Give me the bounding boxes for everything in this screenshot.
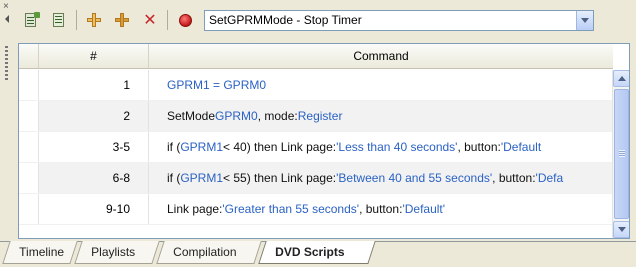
command-keyword: if ( (167, 171, 181, 185)
command-argument: 'Greater than 55 seconds' (222, 202, 360, 216)
add-script-icon (23, 12, 40, 28)
toolbar: ✕ SetGPRMMode - Stop Timer (18, 4, 630, 36)
grid-header: # Command (19, 44, 613, 69)
row-number-cell: 2 (39, 101, 149, 131)
script-select-value: SetGPRMMode - Stop Timer (209, 13, 362, 27)
bottom-tab-bar: Timeline Playlists Compilation DVD Scrip… (0, 241, 636, 267)
script-select-dropdown-button[interactable] (576, 10, 593, 30)
tab-label: Playlists (91, 245, 136, 259)
table-row[interactable]: 2 SetMode GPRM0, mode: Register (19, 101, 613, 132)
command-keyword: , mode: (257, 109, 298, 123)
command-keyword: SetMode (167, 109, 216, 123)
script-properties-button[interactable] (46, 7, 72, 33)
table-row[interactable]: 1 GPRM1 = GPRM0 (19, 70, 613, 101)
script-properties-icon (51, 12, 67, 28)
delete-command-icon: ✕ (143, 10, 157, 29)
toolbar-separator (76, 10, 77, 30)
dock-grip[interactable]: × (0, 0, 14, 232)
tab-label: Timeline (19, 245, 65, 259)
command-keyword: , button: (359, 202, 403, 216)
tab-playlists[interactable]: Playlists (74, 241, 160, 264)
toolbar-separator (167, 10, 168, 30)
command-argument: 'Default' (402, 202, 446, 216)
command-cell[interactable]: GPRM1 = GPRM0 (149, 70, 613, 100)
row-selector[interactable] (19, 132, 39, 162)
add-script-button[interactable] (18, 7, 44, 33)
command-keyword: , button: (457, 140, 501, 154)
column-header-number[interactable]: # (39, 44, 149, 68)
command-cell[interactable]: SetMode GPRM0, mode: Register (149, 101, 613, 131)
row-number-cell: 9-10 (39, 194, 149, 224)
command-argument: GPRM1 (180, 140, 224, 154)
row-selector[interactable] (19, 70, 39, 100)
record-icon (178, 13, 192, 27)
drag-handle[interactable] (5, 46, 8, 80)
table-row[interactable]: 9-10 Link page: 'Greater than 55 seconds'… (19, 194, 613, 225)
command-keyword: < 40) then Link page: (223, 140, 337, 154)
tab-dvd-scripts[interactable]: DVD Scripts (258, 241, 376, 264)
table-row[interactable]: 6-8 if (GPRM1 < 55) then Link page: 'Betw… (19, 163, 613, 194)
row-selector[interactable] (19, 101, 39, 131)
row-selector[interactable] (19, 163, 39, 193)
command-argument: GPRM0 (215, 109, 258, 123)
row-number-cell: 1 (39, 70, 149, 100)
column-header-command[interactable]: Command (149, 44, 613, 68)
command-argument: 'Default (500, 140, 542, 154)
chevron-down-icon (581, 17, 589, 23)
row-number-cell: 3-5 (39, 132, 149, 162)
chevron-up-icon (617, 76, 626, 81)
scrollbar-thumb[interactable] (614, 89, 629, 219)
command-cell[interactable]: if (GPRM1 < 40) then Link page: 'Less th… (149, 132, 613, 162)
table-row[interactable]: 3-5 if (GPRM1 < 40) then Link page: 'Less… (19, 132, 613, 163)
dvd-scripts-panel: × ✕ SetGPRMMode - Stop Timer # Command 1… (0, 0, 636, 267)
pin-icon[interactable] (5, 15, 9, 23)
chevron-down-icon (617, 227, 626, 232)
command-keyword: if ( (167, 140, 181, 154)
insert-command-button[interactable] (81, 7, 107, 33)
tab-label: Compilation (173, 245, 237, 259)
tab-label: DVD Scripts (275, 245, 345, 259)
tab-compilation[interactable]: Compilation (156, 241, 262, 264)
script-select[interactable]: SetGPRMMode - Stop Timer (204, 9, 594, 31)
add-command-icon (114, 12, 130, 28)
delete-command-button[interactable]: ✕ (137, 7, 163, 33)
scroll-down-button[interactable] (613, 221, 629, 238)
command-cell[interactable]: Link page: 'Greater than 55 seconds', bu… (149, 194, 613, 224)
command-grid: # Command 1 GPRM1 = GPRM0 2 SetMode GPRM0, … (18, 43, 630, 239)
command-cell[interactable]: if (GPRM1 < 55) then Link page: 'Between… (149, 163, 613, 193)
command-keyword: < 55) then Link page: (223, 171, 337, 185)
command-argument: 'Defa (535, 171, 564, 185)
row-selector[interactable] (19, 194, 39, 224)
close-icon[interactable]: × (3, 2, 9, 12)
add-command-button[interactable] (109, 7, 135, 33)
command-argument: Register (297, 109, 343, 123)
grid-rows: 1 GPRM1 = GPRM0 2 SetMode GPRM0, mode: Regi… (19, 70, 613, 225)
command-argument: 'Less than 40 seconds' (336, 140, 458, 154)
insert-command-icon (86, 12, 102, 28)
command-keyword: Link page: (167, 202, 223, 216)
command-argument: GPRM1 = GPRM0 (167, 78, 267, 92)
vertical-scrollbar[interactable] (612, 70, 629, 238)
tab-timeline[interactable]: Timeline (2, 241, 78, 264)
command-argument: 'Between 40 and 55 seconds' (336, 171, 493, 185)
scroll-up-button[interactable] (613, 70, 629, 87)
row-number-cell: 6-8 (39, 163, 149, 193)
command-keyword: , button: (492, 171, 536, 185)
command-argument: GPRM1 (180, 171, 224, 185)
row-selector-header (19, 44, 39, 68)
record-button[interactable] (172, 7, 198, 33)
